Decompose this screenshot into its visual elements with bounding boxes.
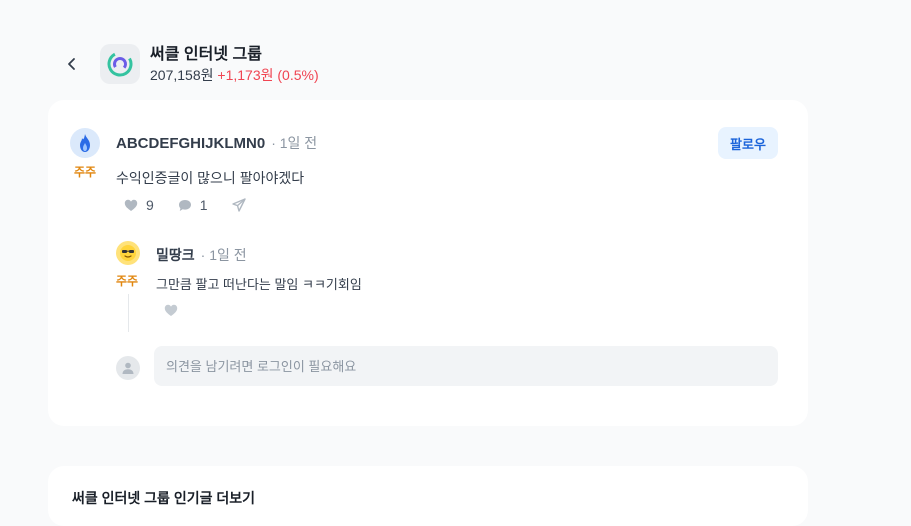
speech-bubble-icon xyxy=(178,199,191,211)
circle-logo-icon xyxy=(107,51,133,77)
share-button[interactable] xyxy=(231,198,254,212)
avatar[interactable] xyxy=(70,128,100,158)
stock-header: 써클 인터넷 그룹 207,158원 +1,173원 (0.5%) xyxy=(60,44,319,84)
reply-like-button[interactable] xyxy=(164,304,178,322)
heart-icon xyxy=(164,304,178,316)
popular-posts-card: 써클 인터넷 그룹 인기글 더보기 xyxy=(48,466,808,526)
comment-button[interactable]: 1 xyxy=(178,197,208,213)
reply-author-name[interactable]: 밀땅크 xyxy=(156,247,195,263)
shareholder-badge: 주주 xyxy=(74,165,97,179)
stock-name: 써클 인터넷 그룹 xyxy=(150,45,262,63)
like-count: 9 xyxy=(146,197,154,213)
paper-plane-icon xyxy=(231,198,246,212)
reply-avatar[interactable] xyxy=(116,241,140,265)
sunglasses-face-icon xyxy=(120,245,136,261)
heart-icon xyxy=(124,199,138,211)
back-button[interactable] xyxy=(60,44,84,84)
post-author[interactable]: ABCDEFGHIJKLMN0 · 1일 전 xyxy=(116,133,317,153)
popular-posts-title[interactable]: 써클 인터넷 그룹 인기글 더보기 xyxy=(72,488,255,508)
stock-price: 207,158원 xyxy=(150,66,214,83)
user-avatar xyxy=(116,356,140,380)
fire-icon xyxy=(80,134,90,152)
comment-input[interactable] xyxy=(154,346,778,386)
post-actions: 9 1 xyxy=(124,197,278,213)
post-author-name[interactable]: ABCDEFGHIJKLMN0 xyxy=(116,135,265,152)
reply-content: 그만큼 팔고 떠난다는 말임 ㅋㅋ기회임 xyxy=(156,277,362,292)
post-time: · 1일 전 xyxy=(271,135,318,151)
chevron-left-icon xyxy=(68,58,75,70)
like-button[interactable]: 9 xyxy=(124,197,154,213)
person-icon xyxy=(122,362,134,374)
post-card: 주주 ABCDEFGHIJKLMN0 · 1일 전 팔로우 수익인증글이 많으니 … xyxy=(48,100,808,426)
reply-author[interactable]: 밀땅크 · 1일 전 xyxy=(156,245,247,265)
comment-count: 1 xyxy=(199,197,208,213)
reply-thread-line xyxy=(128,294,129,332)
stock-logo xyxy=(100,44,140,84)
reply-shareholder-badge: 주주 xyxy=(116,274,139,288)
stock-price-line: 207,158원 +1,173원 (0.5%) xyxy=(150,66,319,84)
reply-time: · 1일 전 xyxy=(200,247,247,263)
follow-button[interactable]: 팔로우 xyxy=(718,127,778,159)
stock-price-change: +1,173원 (0.5%) xyxy=(217,66,319,83)
post-content: 수익인증글이 많으니 팔아야겠다 xyxy=(116,170,305,186)
